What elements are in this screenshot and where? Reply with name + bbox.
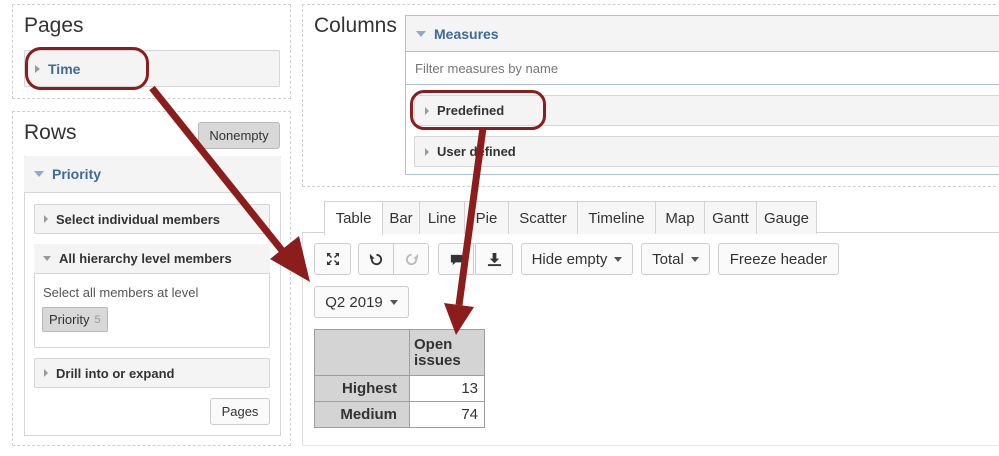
corner-cell xyxy=(314,329,410,376)
row-header[interactable]: Medium xyxy=(314,401,410,428)
expand-triangle-icon xyxy=(425,147,429,156)
tab-line[interactable]: Line xyxy=(419,201,465,234)
tab-gauge[interactable]: Gauge xyxy=(756,201,817,234)
expand-arrows-icon xyxy=(326,253,339,265)
highlight-ring-time xyxy=(25,47,149,90)
collapse-triangle-icon xyxy=(43,256,51,261)
level-chip-count: 5 xyxy=(94,313,101,326)
tab-bar[interactable]: Bar xyxy=(382,201,420,234)
caret-down-icon xyxy=(389,299,398,305)
freeze-header-button[interactable]: Freeze header xyxy=(718,243,839,275)
expand-triangle-icon xyxy=(44,215,48,223)
page-selector-dropdown[interactable]: Q2 2019 xyxy=(314,286,409,318)
pages-button[interactable]: Pages xyxy=(210,398,270,425)
row-header[interactable]: Highest xyxy=(314,375,410,402)
download-icon xyxy=(487,252,501,266)
select-all-members-text: Select all members at level xyxy=(43,285,199,300)
measures-title: Measures xyxy=(434,25,499,42)
hide-empty-dropdown[interactable]: Hide empty xyxy=(521,243,633,275)
redo-button[interactable] xyxy=(393,243,429,275)
tab-table[interactable]: Table xyxy=(324,201,383,236)
export-button[interactable] xyxy=(475,243,513,275)
expand-triangle-icon xyxy=(44,369,48,377)
freeze-header-label: Freeze header xyxy=(729,250,828,268)
annotation-button[interactable] xyxy=(438,243,474,275)
cell-value: 13 xyxy=(409,375,485,402)
cell-value: 74 xyxy=(409,401,485,428)
measures-header[interactable]: Measures xyxy=(406,16,999,52)
tab-pie[interactable]: Pie xyxy=(464,201,509,234)
fullscreen-button[interactable] xyxy=(314,243,351,275)
caret-down-icon xyxy=(690,256,699,262)
nonempty-button-label: Nonempty xyxy=(209,128,269,143)
columns-title: Columns xyxy=(314,14,397,37)
user-defined-section[interactable]: User defined xyxy=(414,136,999,167)
all-hierarchy-level-members[interactable]: All hierarchy level members xyxy=(34,244,270,274)
user-defined-label: User defined xyxy=(437,144,516,159)
collapse-triangle-icon xyxy=(416,30,426,37)
select-individual-label: Select individual members xyxy=(56,211,221,227)
all-hierarchy-label: All hierarchy level members xyxy=(59,251,232,266)
caret-down-icon xyxy=(614,256,623,262)
collapse-triangle-icon xyxy=(34,171,44,177)
chart-type-tabs: Table Bar Line Pie Scatter Timeline Map Gantt Ga… xyxy=(324,201,817,236)
undo-icon xyxy=(369,253,382,265)
total-label: Total xyxy=(652,250,684,268)
table-header-row: Open issues xyxy=(314,329,485,376)
nonempty-button[interactable]: Nonempty xyxy=(198,122,280,149)
total-dropdown[interactable]: Total xyxy=(641,243,710,275)
table-row: Highest 13 xyxy=(314,375,485,402)
drill-into-or-expand[interactable]: Drill into or expand xyxy=(34,358,270,388)
tab-timeline[interactable]: Timeline xyxy=(577,201,656,234)
filter-measures-input[interactable] xyxy=(406,53,999,85)
pages-title: Pages xyxy=(24,14,84,37)
select-individual-members[interactable]: Select individual members xyxy=(34,204,270,234)
rows-title: Rows xyxy=(24,121,77,144)
table-row: Medium 74 xyxy=(314,401,485,428)
priority-dimension-header[interactable]: Priority xyxy=(24,156,281,193)
result-table: Open issues Highest 13 Medium 74 xyxy=(314,329,485,428)
pages-button-label: Pages xyxy=(221,404,259,419)
redo-icon xyxy=(405,253,418,265)
level-chip-label: Priority xyxy=(49,312,90,327)
page-selector-label: Q2 2019 xyxy=(325,293,383,311)
highlight-ring-predefined xyxy=(410,90,546,130)
level-chip-priority[interactable]: Priority 5 xyxy=(42,307,108,332)
comment-icon xyxy=(450,254,462,265)
tab-gantt[interactable]: Gantt xyxy=(704,201,757,234)
undo-button[interactable] xyxy=(358,243,394,275)
hide-empty-label: Hide empty xyxy=(531,250,608,268)
drill-label: Drill into or expand xyxy=(56,365,175,381)
tab-map[interactable]: Map xyxy=(655,201,705,234)
tab-scatter[interactable]: Scatter xyxy=(508,201,578,234)
priority-dimension-label: Priority xyxy=(52,166,102,182)
column-header-open-issues[interactable]: Open issues xyxy=(409,329,485,376)
